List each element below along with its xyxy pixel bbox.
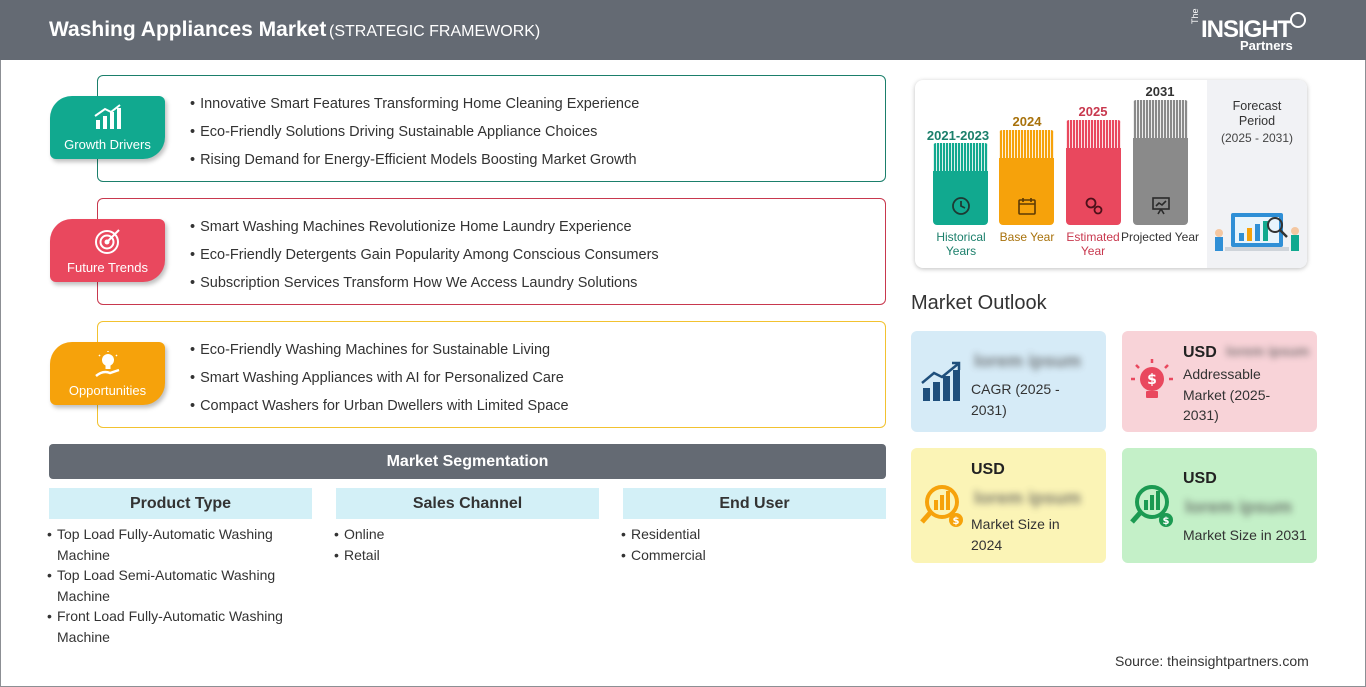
list-item: Eco-Friendly Solutions Driving Sustainab… xyxy=(190,122,639,150)
list-item: Commercial xyxy=(621,545,886,566)
page-title: Washing Appliances Market xyxy=(49,18,327,41)
target-icon xyxy=(95,229,120,254)
logo-swoosh-icon xyxy=(1290,12,1306,28)
list-item: Subscription Services Transform How We A… xyxy=(190,273,659,301)
market-outlook-title: Market Outlook xyxy=(911,292,1047,314)
addressable-market-value: lorem ipsum xyxy=(1226,343,1310,359)
svg-text:$: $ xyxy=(953,516,960,527)
source-citation: Source: theinsightpartners.com xyxy=(1115,653,1309,669)
list-item: Top Load Semi-Automatic Washing Machine xyxy=(47,565,312,606)
money-search-icon: $ xyxy=(920,485,963,527)
growth-drivers-box: Innovative Smart Features Transforming H… xyxy=(97,75,886,182)
timeline-bar-base xyxy=(999,130,1054,225)
analyst-illustration-icon xyxy=(1215,213,1299,251)
list-item: Online xyxy=(334,524,599,545)
list-item: Compact Washers for Urban Dwellers with … xyxy=(190,396,569,424)
money-search-icon: $ xyxy=(1130,485,1173,527)
segment-header-end-user: End User xyxy=(623,488,886,519)
idea-dollar-icon: $ xyxy=(1131,359,1173,398)
forecast-label: Forecast Period xyxy=(1232,99,1282,128)
list-item: Front Load Fully-Automatic Washing Machi… xyxy=(47,606,312,647)
badge-label: Opportunities xyxy=(68,383,147,398)
addressable-market-label: Addressable Market (2025-2031) xyxy=(1183,366,1271,423)
forecast-years: (2025 - 2031) xyxy=(1220,131,1294,145)
lightbulb-hand-icon xyxy=(95,351,120,377)
market-size-2031-card: $ USD lorem ipsum Market Size in 2031 xyxy=(1122,448,1317,563)
history-icon xyxy=(952,197,970,215)
insight-partners-logo[interactable]: The INSIGHT Partners xyxy=(1190,8,1310,54)
list-item: Rising Demand for Energy-Efficient Model… xyxy=(190,150,639,178)
timeline-year-projected: 2031 xyxy=(1145,84,1175,99)
growth-drivers-badge: Growth Drivers xyxy=(50,96,165,159)
svg-text:$: $ xyxy=(1163,516,1170,527)
timeline-bar-projected xyxy=(1133,100,1188,225)
segment-header-sales-channel: Sales Channel xyxy=(336,488,599,519)
list-item: Innovative Smart Features Transforming H… xyxy=(190,94,639,122)
gears-icon xyxy=(1085,197,1103,215)
bar-chart-icon xyxy=(94,104,121,129)
svg-text:$: $ xyxy=(1147,372,1157,388)
future-trends-box: Smart Washing Machines Revolutionize Hom… xyxy=(97,198,886,305)
timeline-year-historical: 2021-2023 xyxy=(926,128,990,143)
list-item: Residential xyxy=(621,524,886,545)
timeline-label-projected: Projected Year xyxy=(1120,230,1200,244)
timeline-bar-estimated xyxy=(1066,120,1121,225)
opportunities-badge: Opportunities xyxy=(50,342,165,405)
badge-label: Growth Drivers xyxy=(64,137,151,152)
timeline-bar-historical xyxy=(933,143,988,225)
market-size-2024-usd: USD xyxy=(971,461,1005,478)
cagr-card: lorem ipsum CAGR (2025 - 2031) xyxy=(911,331,1106,432)
list-item: Eco-Friendly Detergents Gain Popularity … xyxy=(190,245,659,273)
addressable-market-usd: USD xyxy=(1183,344,1217,361)
opportunities-box: Eco-Friendly Washing Machines for Sustai… xyxy=(97,321,886,428)
end-user-list: Residential Commercial xyxy=(621,524,886,565)
timeline-card: Forecast Period (2025 - 2031) 2021-2023 … xyxy=(915,80,1307,268)
market-size-2024-label: Market Size in 2024 xyxy=(971,516,1060,553)
header: Washing Appliances Market (STRATEGIC FRA… xyxy=(0,0,1366,60)
market-size-2024-value: lorem ipsum xyxy=(974,488,1082,508)
page-subtitle: (STRATEGIC FRAMEWORK) xyxy=(329,23,541,40)
market-size-2031-usd: USD xyxy=(1183,470,1217,487)
badge-label: Future Trends xyxy=(67,260,148,275)
timeline-year-estimated: 2025 xyxy=(1078,104,1108,119)
cagr-label: CAGR (2025 - 2031) xyxy=(971,381,1060,418)
market-size-2031-label: Market Size in 2031 xyxy=(1183,527,1307,543)
product-type-list: Top Load Fully-Automatic Washing Machine… xyxy=(47,524,312,647)
list-item: Smart Washing Appliances with AI for Per… xyxy=(190,368,569,396)
sales-channel-list: Online Retail xyxy=(334,524,599,565)
addressable-market-card: $ USD lorem ipsum Addressable Market (20… xyxy=(1122,331,1317,432)
cagr-value: lorem ipsum xyxy=(974,351,1082,371)
list-item: Smart Washing Machines Revolutionize Hom… xyxy=(190,217,659,245)
segmentation-title: Market Segmentation xyxy=(49,444,886,479)
segment-header-product-type: Product Type xyxy=(49,488,312,519)
presentation-icon xyxy=(1152,197,1170,215)
list-item: Retail xyxy=(334,545,599,566)
market-size-2031-value: lorem ipsum xyxy=(1185,497,1293,517)
list-item: Top Load Fully-Automatic Washing Machine xyxy=(47,524,312,565)
growth-chart-icon xyxy=(921,361,961,401)
market-size-2024-card: $ USD lorem ipsum Market Size in 2024 xyxy=(911,448,1106,563)
calendar-icon xyxy=(1018,198,1036,215)
list-item: Eco-Friendly Washing Machines for Sustai… xyxy=(190,340,569,368)
future-trends-badge: Future Trends xyxy=(50,219,165,282)
